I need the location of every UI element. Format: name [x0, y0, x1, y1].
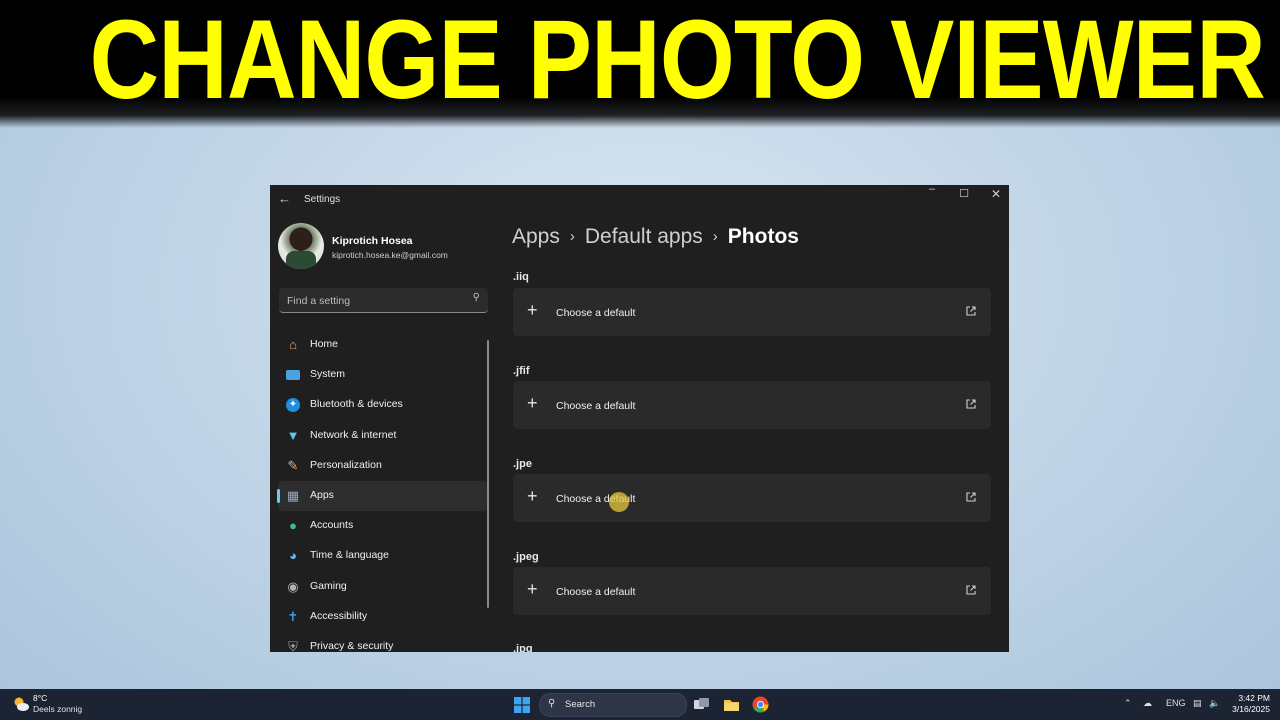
show-hidden-icons-chevron-icon[interactable]: ⌃ — [1124, 698, 1132, 709]
sidebar-item-apps[interactable]: ▦ Apps — [277, 480, 487, 512]
file-type-label: .iiq — [513, 271, 529, 283]
sidebar-nav: ⌂ Home System ✦ Bluetooth & devices ▼ Ne… — [277, 330, 487, 652]
search-icon[interactable]: ⚲ — [473, 292, 480, 303]
sidebar-item-personalization[interactable]: ✎ Personalization — [278, 451, 487, 481]
weather-sun-cloud-icon[interactable] — [12, 696, 30, 712]
choose-default-button[interactable]: + Choose a default — [513, 288, 991, 336]
file-explorer-icon[interactable] — [723, 696, 740, 713]
search-icon: ⚲ — [548, 698, 556, 709]
home-icon: ⌂ — [289, 337, 297, 352]
brush-icon: ✎ — [287, 457, 299, 473]
avatar-body — [286, 251, 316, 269]
clock-date[interactable]: 3/16/2025 — [1225, 704, 1270, 714]
sidebar-item-label: Network & internet — [310, 428, 397, 441]
open-external-icon — [966, 306, 976, 316]
person-icon: ● — [289, 518, 297, 534]
window-title: Settings — [304, 194, 341, 205]
weather-temperature[interactable]: 8°C — [33, 693, 47, 703]
sidebar-item-label: Gaming — [310, 579, 347, 592]
file-type-label: .jpg — [513, 643, 533, 652]
network-icon[interactable]: ▤ — [1193, 698, 1202, 709]
language-indicator[interactable]: ENG — [1166, 698, 1186, 708]
weather-description[interactable]: Deels zonnig — [33, 704, 82, 714]
title-banner: CHANGE PHOTO VIEWER — [0, 0, 1280, 128]
taskbar-search-label: Search — [565, 699, 596, 710]
sidebar-item-label: Bluetooth & devices — [310, 398, 403, 411]
minimize-button[interactable]: – — [922, 185, 942, 195]
sidebar-item-label: Accessibility — [310, 609, 368, 622]
sidebar-scrollbar[interactable] — [487, 340, 489, 608]
open-external-icon — [966, 492, 976, 502]
sidebar-item-accounts[interactable]: ● Accounts — [278, 511, 487, 541]
settings-window: ← Settings – ☐ ✕ Kiprotich Hosea kiproti… — [270, 185, 1009, 652]
breadcrumb-current-photos: Photos — [727, 225, 799, 248]
user-name: Kiprotich Hosea — [332, 235, 413, 247]
sidebar-item-label: Privacy & security — [310, 639, 394, 652]
sidebar-item-bluetooth[interactable]: ✦ Bluetooth & devices — [278, 390, 487, 420]
plus-icon: + — [527, 300, 538, 320]
sidebar-item-label: Personalization — [310, 458, 382, 471]
title-bar: ← Settings – ☐ ✕ — [270, 185, 1009, 215]
maximize-button[interactable]: ☐ — [954, 187, 974, 200]
sidebar-item-time-language[interactable]: ◕ Time & language — [278, 541, 487, 571]
sidebar-item-label: Time & language — [310, 549, 389, 562]
breadcrumb-default-apps[interactable]: Default apps — [585, 225, 703, 249]
onedrive-cloud-icon[interactable]: ☁ — [1143, 698, 1152, 709]
choose-default-label: Choose a default — [556, 307, 636, 319]
choose-default-button[interactable]: + Choose a default — [513, 381, 991, 429]
sidebar-item-network[interactable]: ▼ Network & internet — [278, 421, 487, 451]
taskbar-search-box[interactable]: ⚲ Search — [539, 693, 687, 717]
choose-default-label: Choose a default — [556, 400, 636, 412]
sidebar-item-label: Apps — [310, 488, 334, 501]
settings-search-box[interactable]: ⚲ — [279, 288, 488, 313]
windows-start-icon[interactable] — [514, 697, 530, 713]
banner-title: CHANGE PHOTO VIEWER — [89, 0, 1266, 122]
cursor-highlight — [609, 492, 629, 512]
plus-icon: + — [527, 393, 538, 413]
file-type-label: .jpe — [513, 458, 532, 470]
sidebar-item-label: System — [310, 368, 346, 381]
choose-default-button[interactable]: + Choose a default — [513, 474, 991, 522]
taskbar: 8°C Deels zonnig ⚲ Search ⌃ ☁ ENG ▤ 🔈 3:… — [0, 689, 1280, 720]
volume-icon[interactable]: 🔈 — [1209, 698, 1220, 709]
sidebar-item-privacy[interactable]: ⛨ Privacy & security — [278, 632, 487, 652]
back-arrow-icon[interactable]: ← — [278, 191, 291, 206]
file-type-label: .jpeg — [513, 551, 539, 563]
sidebar-item-home[interactable]: ⌂ Home — [278, 330, 487, 360]
breadcrumb: Apps › Default apps › Photos — [512, 225, 799, 249]
open-external-icon — [966, 585, 976, 595]
sidebar-item-label: Accounts — [310, 519, 354, 532]
choose-default-button[interactable]: + Choose a default — [513, 567, 991, 615]
sidebar-item-system[interactable]: System — [278, 360, 487, 390]
wifi-icon: ▼ — [286, 427, 300, 443]
avatar[interactable] — [278, 223, 324, 269]
apps-icon: ▦ — [286, 487, 300, 503]
plus-icon: + — [527, 579, 538, 599]
search-input[interactable] — [285, 292, 459, 309]
choose-default-label: Choose a default — [556, 586, 636, 598]
globe-clock-icon: ◕ — [289, 548, 297, 564]
file-type-label: .jfif — [513, 365, 530, 377]
chrome-icon[interactable] — [752, 696, 769, 713]
breadcrumb-apps[interactable]: Apps — [512, 225, 560, 249]
open-external-icon — [966, 399, 976, 409]
gamepad-icon: ◉ — [287, 578, 299, 594]
close-button[interactable]: ✕ — [986, 187, 1006, 201]
plus-icon: + — [527, 486, 538, 506]
task-view-icon[interactable] — [693, 696, 710, 713]
clock-time[interactable]: 3:42 PM — [1234, 693, 1270, 703]
shield-icon: ⛨ — [288, 638, 298, 652]
bluetooth-icon: ✦ — [285, 397, 301, 413]
accessibility-icon: ✝ — [287, 608, 299, 624]
sidebar-item-accessibility[interactable]: ✝ Accessibility — [278, 602, 487, 632]
system-icon — [285, 367, 301, 383]
user-email: kiprotich.hosea.ke@gmail.com — [332, 250, 448, 260]
breadcrumb-separator: › — [712, 228, 718, 245]
breadcrumb-separator: › — [569, 228, 575, 245]
avatar-face — [293, 231, 309, 251]
sidebar-item-gaming[interactable]: ◉ Gaming — [278, 572, 487, 602]
sidebar-item-label: Home — [310, 338, 339, 350]
